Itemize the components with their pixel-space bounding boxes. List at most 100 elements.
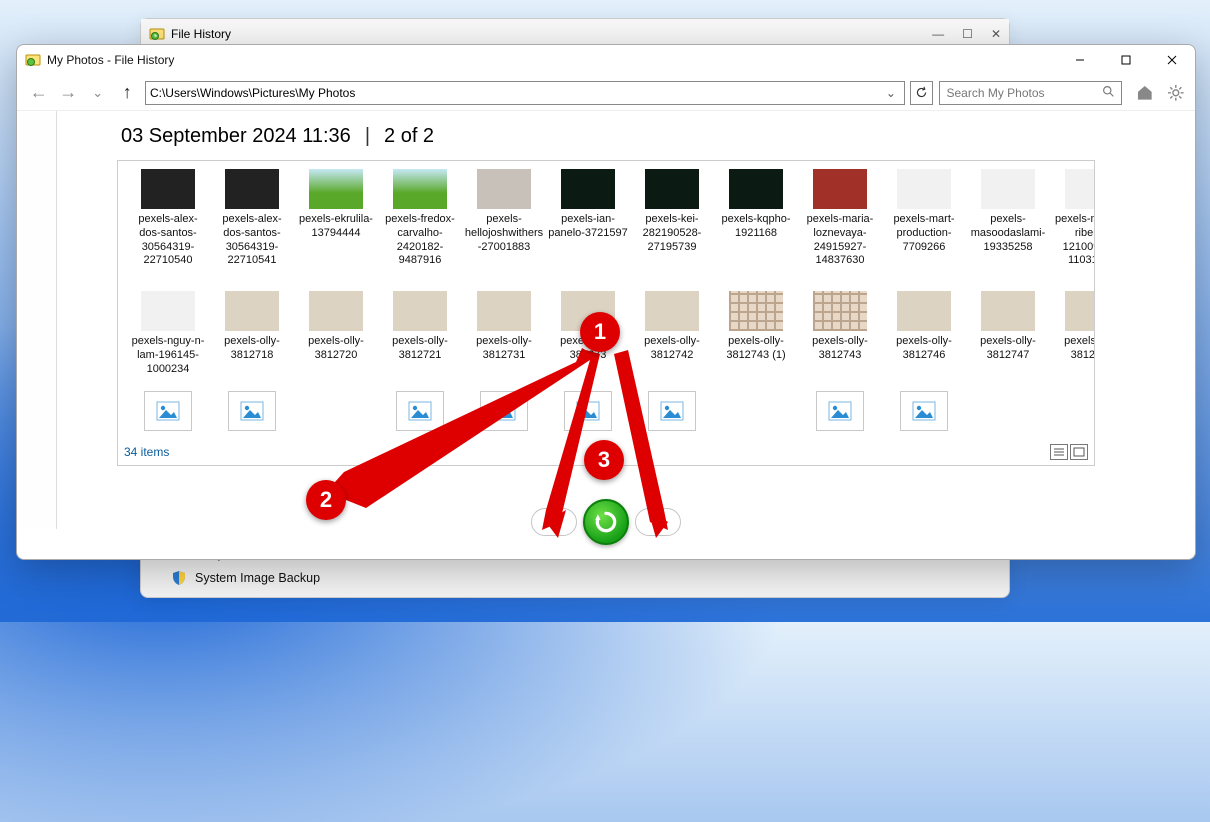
file-thumbnail [729,291,783,331]
file-thumbnail [309,169,363,209]
file-thumbnail [645,291,699,331]
file-item[interactable] [212,391,292,437]
file-label: pexels-fredox-carvalho-2420182-9487916 [380,213,460,268]
file-label: pexels-olly-3812718 [212,335,292,363]
file-thumbnail [813,169,867,209]
file-item[interactable]: pexels-maria-loznevaya-24915927-14837630 [800,169,880,287]
file-label: pexels-maria-loznevaya-24915927-14837630 [800,213,880,268]
address-bar[interactable]: C:\Users\Windows\Pictures\My Photos ⌄ [145,81,905,105]
nav-back-button[interactable]: ← [27,81,50,105]
file-label: pexels-masoodaslami-19335258 [968,213,1048,254]
file-thumbnail [981,291,1035,331]
search-input[interactable]: Search My Photos [939,81,1121,105]
bg-minimize-button[interactable]: — [932,27,944,41]
file-thumbnail [141,169,195,209]
shield-icon [171,570,187,586]
file-label: pexels-olly-3812746 [884,335,964,363]
search-icon [1102,85,1115,101]
file-item[interactable]: pexels-kei-282190528-27195739 [632,169,712,287]
file-item[interactable]: pexels-ian-panelo-3721597 [548,169,628,287]
file-thumbnail [897,169,951,209]
address-dropdown-icon[interactable]: ⌄ [882,86,900,100]
file-label: pexels-alex-dos-santos-30564319-22710541 [212,213,292,268]
file-thumbnail [981,169,1035,209]
file-item[interactable]: pexels-olly-3812754 [1052,291,1095,387]
minimize-button[interactable] [1057,45,1103,75]
file-thumbnail [813,291,867,331]
annotation-2: 2 [306,480,346,520]
file-item[interactable]: pexels-nguy-n-lam-196145-1000234 [128,291,208,387]
search-placeholder: Search My Photos [946,86,1101,100]
nav-recent-button[interactable]: ⌄ [86,81,109,105]
file-history-icon [149,26,165,42]
bg-item-system-image-backup[interactable]: System Image Backup [171,567,979,589]
file-item[interactable] [128,391,208,437]
annotation-3: 3 [584,440,624,480]
file-thumbnail [309,291,363,331]
file-item[interactable]: pexels-mart-production-7709266 [884,169,964,287]
settings-icon[interactable] [1167,84,1185,102]
file-item[interactable]: pexels-fredox-carvalho-2420182-9487916 [380,169,460,287]
file-item[interactable]: pexels-hellojoshwithers-27001883 [464,169,544,287]
file-label: pexels-olly-3812747 [968,335,1048,363]
file-item[interactable]: pexels-moises-ribeiro-121009899-11031497 [1052,169,1095,287]
bg-close-button[interactable]: ✕ [991,27,1001,41]
file-item[interactable]: pexels-masoodaslami-19335258 [968,169,1048,287]
annotation-1: 1 [580,312,620,352]
file-item[interactable]: pexels-olly-3812746 [884,291,964,387]
close-button[interactable] [1149,45,1195,75]
file-thumbnail [1065,169,1095,209]
file-thumbnail [477,291,531,331]
address-path: C:\Users\Windows\Pictures\My Photos [150,86,882,100]
file-label: pexels-moises-ribeiro-121009899-11031497 [1052,213,1095,268]
main-window: My Photos - File History ← → ⌄ ↑ C:\User… [16,44,1196,560]
thumbnails-view-button[interactable] [1070,444,1088,460]
file-thumbnail [729,169,783,209]
refresh-button[interactable] [910,81,934,105]
file-label: pexels-kqpho-1921168 [716,213,796,241]
file-thumbnail [228,391,276,431]
file-label: pexels-olly-3812743 (1) [716,335,796,363]
file-thumbnail [1065,291,1095,331]
file-item[interactable] [800,391,880,437]
file-thumbnail [477,169,531,209]
details-view-button[interactable] [1050,444,1068,460]
file-item[interactable]: pexels-kqpho-1921168 [716,169,796,287]
app-icon [25,52,41,68]
titlebar: My Photos - File History [17,45,1195,75]
file-item[interactable]: pexels-ekrulila-13794444 [296,169,376,287]
nav-up-button[interactable]: ↑ [115,81,138,105]
file-label: pexels-alex-dos-santos-30564319-22710540 [128,213,208,268]
file-label: pexels-ekrulila-13794444 [296,213,376,241]
home-icon[interactable] [1136,84,1154,102]
file-item[interactable] [884,391,964,437]
file-thumbnail [144,391,192,431]
left-rail [17,111,57,529]
file-item[interactable]: pexels-alex-dos-santos-30564319-22710541 [212,169,292,287]
file-label: pexels-kei-282190528-27195739 [632,213,712,254]
file-item[interactable]: pexels-olly-3812718 [212,291,292,387]
file-thumbnail [645,169,699,209]
nav-forward-button[interactable]: → [56,81,79,105]
file-thumbnail [393,169,447,209]
file-thumbnail [225,169,279,209]
file-thumbnail [141,291,195,331]
file-label: pexels-mart-production-7709266 [884,213,964,254]
file-thumbnail [225,291,279,331]
file-thumbnail [393,291,447,331]
window-title: My Photos - File History [47,53,174,67]
annotation-arrow-1-to-next [612,350,672,540]
file-item[interactable]: pexels-olly-3812743 (1) [716,291,796,387]
file-label: pexels-olly-3812754 [1052,335,1095,363]
file-item[interactable]: pexels-olly-3812747 [968,291,1048,387]
file-label: pexels-nguy-n-lam-196145-1000234 [128,335,208,376]
nav-row: ← → ⌄ ↑ C:\Users\Windows\Pictures\My Pho… [17,75,1195,111]
file-label: pexels-ian-panelo-3721597 [548,213,628,241]
file-item[interactable]: pexels-alex-dos-santos-30564319-22710540 [128,169,208,287]
version-page: 2 of 2 [384,125,434,148]
bg-maximize-button[interactable]: ☐ [962,27,973,41]
file-item[interactable]: pexels-olly-3812743 [800,291,880,387]
version-header: 03 September 2024 11:36 | 2 of 2 [117,115,1095,160]
maximize-button[interactable] [1103,45,1149,75]
item-count: 34 items [124,445,169,459]
